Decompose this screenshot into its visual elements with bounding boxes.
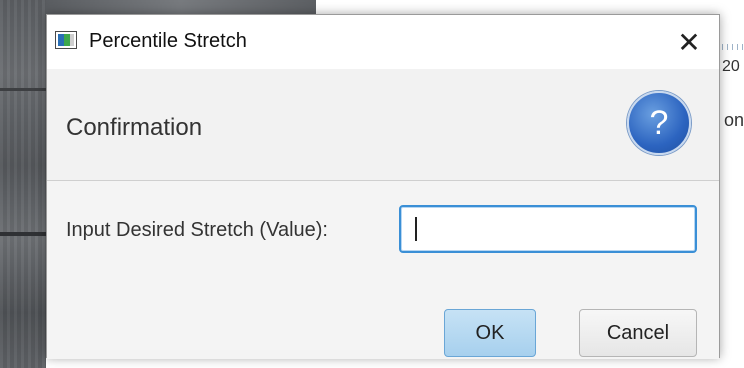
help-glyph: ? — [649, 103, 669, 142]
background-ruler — [722, 44, 744, 50]
close-icon: ✕ — [677, 26, 701, 58]
stretch-value-input[interactable] — [399, 205, 697, 253]
background-seam — [0, 88, 46, 91]
dialog-titlebar[interactable]: Percentile Stretch ✕ — [47, 15, 719, 69]
ok-button[interactable]: OK — [444, 309, 536, 357]
background-image — [0, 0, 46, 368]
text-caret — [415, 217, 417, 241]
dialog-title: Percentile Stretch — [89, 30, 247, 52]
question-mark-icon: ? — [627, 91, 691, 155]
header-title: Confirmation — [66, 114, 203, 141]
cancel-button[interactable]: Cancel — [579, 309, 697, 357]
background-seam — [0, 232, 46, 236]
percentile-stretch-dialog: Percentile Stretch ✕ Confirmation ? Inpu… — [46, 14, 720, 359]
background-text: on — [724, 110, 744, 130]
app-icon — [55, 31, 77, 49]
dialog-header: Confirmation ? — [47, 69, 719, 181]
dialog-content: Input Desired Stretch (Value): OK Cancel — [47, 181, 719, 359]
close-button[interactable]: ✕ — [659, 15, 719, 69]
stretch-field-label: Input Desired Stretch (Value): — [66, 219, 328, 241]
background-strip — [46, 0, 316, 14]
background-text: 20 — [722, 58, 740, 75]
